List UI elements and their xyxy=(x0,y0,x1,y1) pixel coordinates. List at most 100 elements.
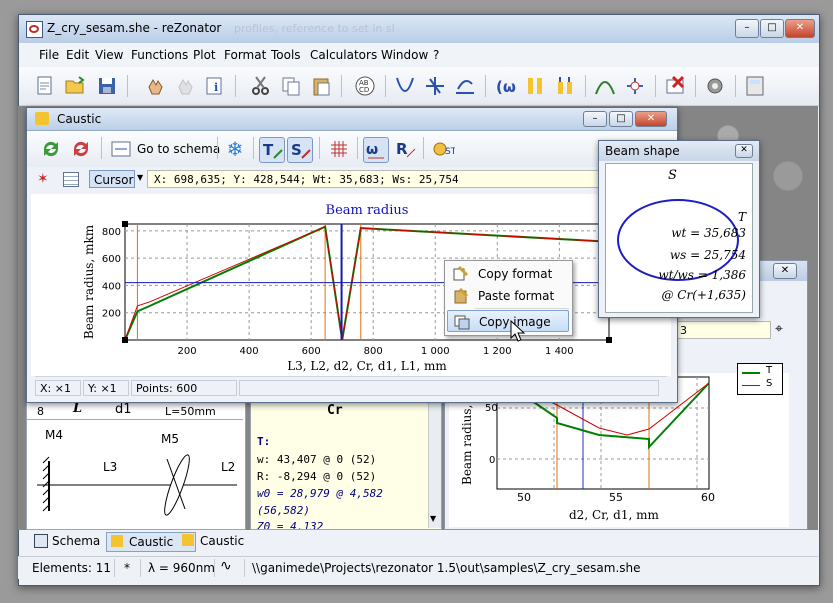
menu-calculators[interactable]: Calculators xyxy=(310,48,377,62)
beam-shape-close-button[interactable]: ✕ xyxy=(735,144,753,158)
table-icon[interactable] xyxy=(63,172,79,187)
menu-edit[interactable]: Edit xyxy=(66,48,89,62)
info-scrollbar[interactable]: ▼ xyxy=(428,402,441,528)
plot-r-icon[interactable]: R xyxy=(393,137,417,161)
legend-s-label: S xyxy=(766,378,773,389)
go-to-schema-icon[interactable] xyxy=(109,137,133,161)
open-folder-icon[interactable] xyxy=(63,74,87,98)
new-file-icon[interactable] xyxy=(33,74,57,98)
menu-item-paste-format[interactable]: Paste format xyxy=(447,285,569,307)
frequency-icon[interactable]: (ω) xyxy=(493,74,523,98)
menu-view[interactable]: View xyxy=(95,48,123,62)
beam-variation-icon[interactable] xyxy=(523,74,547,98)
app-icon xyxy=(26,21,43,38)
menu-item-copy-image[interactable]: Copy image xyxy=(447,310,569,332)
caustic-minimize-button[interactable]: – xyxy=(583,111,607,127)
caustic-2-xtick-50: 50 xyxy=(517,491,531,504)
caustic-2-cursor-icon[interactable]: ⌖ xyxy=(775,321,783,337)
plot-omega-icon[interactable]: ω xyxy=(363,137,389,163)
svg-text:R: R xyxy=(396,140,408,158)
resize-handle xyxy=(122,221,128,227)
info-line-3: w0 = 28,979 @ 4,582 xyxy=(257,487,383,500)
beam-radius-chart[interactable]: Beam radius 200 400 600 800 200 400 600 800 1 000… xyxy=(31,194,671,376)
row-param: L=50mm xyxy=(165,405,216,418)
beam-variation-2-icon[interactable] xyxy=(553,74,577,98)
cursor-coordinates: X: 698,635; Y: 428,544; Wt: 35,683; Ws: … xyxy=(147,170,667,188)
cursor-dropdown[interactable]: Cursor xyxy=(89,170,135,188)
menu-help[interactable]: ? xyxy=(433,48,439,62)
menu-format[interactable]: Format xyxy=(224,48,266,62)
svg-text:ω: ω xyxy=(366,142,378,158)
info-line-1: w: 43,407 @ 0 (52) xyxy=(257,453,377,466)
x-tick-label: 1 400 xyxy=(545,346,574,357)
beam-shape-wt: wt = 35,683 xyxy=(671,226,746,240)
plot-t-icon[interactable]: T xyxy=(259,137,285,163)
menu-window[interactable]: Window xyxy=(381,48,428,62)
caustic-plot[interactable]: Beam radius 200 400 600 800 200 400 600 800 1 000… xyxy=(31,194,671,376)
x-tick-label: 200 xyxy=(178,346,197,357)
stability-icon[interactable] xyxy=(593,74,617,98)
caustic-2-xtick-60: 60 xyxy=(701,491,715,504)
paste-format-icon xyxy=(453,287,469,304)
caustic-2-close-button[interactable]: ✕ xyxy=(773,263,797,279)
refresh-icon[interactable] xyxy=(39,137,63,161)
cut-icon[interactable] xyxy=(249,74,273,98)
menu-tools[interactable]: Tools xyxy=(271,48,301,62)
status-modified: * xyxy=(124,561,130,575)
swap-elements-icon[interactable]: AB CD xyxy=(353,74,377,98)
copy-icon[interactable] xyxy=(279,74,303,98)
main-title-bar: Z_cry_sesam.she - reZonator profiles, re… xyxy=(19,15,819,44)
paste-icon[interactable] xyxy=(309,74,333,98)
wave-icon[interactable]: ∿ xyxy=(220,558,232,574)
menu-plot[interactable]: Plot xyxy=(193,48,216,62)
chevron-down-icon[interactable]: ▼ xyxy=(137,173,143,182)
row-label: d1 xyxy=(115,402,132,417)
go-to-schema-button[interactable]: Go to schema xyxy=(137,142,220,156)
multi-caustic-icon[interactable] xyxy=(423,74,447,98)
caustic-2-input[interactable]: 3 xyxy=(675,321,771,339)
caustic-cursor-bar: ✶ Cursor ▼ X: 698,635; Y: 428,544; Wt: 3… xyxy=(27,168,677,192)
label-l3: L3 xyxy=(103,460,117,474)
caustic-plot-icon[interactable] xyxy=(393,74,417,98)
caustic-2-xtick-55: 55 xyxy=(609,491,623,504)
svg-text:CD: CD xyxy=(359,86,369,94)
y-scale-cell: Y: ×1 xyxy=(83,380,129,396)
calculator-icon[interactable] xyxy=(743,74,767,98)
resize-handle xyxy=(606,337,612,343)
label-m5: M5 xyxy=(161,432,179,446)
caustic-tab-2-icon xyxy=(182,534,194,546)
maximize-button[interactable]: □ xyxy=(760,19,784,38)
cursor-tool-icon[interactable]: ✶ xyxy=(37,171,49,187)
grid-icon[interactable] xyxy=(327,137,351,161)
beam-shape-title: Beam shape xyxy=(605,144,680,158)
status-empty-cell xyxy=(239,380,659,396)
plot-s-icon[interactable]: S xyxy=(287,137,313,163)
schema-table-row[interactable]: 8 L d1 L=50mm xyxy=(27,401,243,420)
points-cell: Points: 600 xyxy=(131,380,237,396)
caustic-maximize-button[interactable]: □ xyxy=(609,111,633,127)
settings-icon[interactable] xyxy=(703,74,727,98)
adjust-icon[interactable] xyxy=(623,74,647,98)
minimize-button[interactable]: – xyxy=(735,19,759,38)
freeze-refresh-icon[interactable] xyxy=(69,137,93,161)
close-button[interactable]: ✕ xyxy=(785,19,815,38)
delete-window-icon[interactable] xyxy=(663,74,687,98)
snowflake-icon[interactable]: ❄ xyxy=(223,137,247,161)
x-axis-label: L3, L2, d2, Cr, d1, L1, mm xyxy=(287,359,447,373)
x-tick-label: 600 xyxy=(302,346,321,357)
beam-shape-title-bar: Beam shape ✕ xyxy=(599,141,759,161)
y-tick-label: 200 xyxy=(102,309,121,320)
hand-tool-icon[interactable] xyxy=(143,74,167,98)
save-icon[interactable] xyxy=(95,74,119,98)
st-settings-icon[interactable]: ST xyxy=(431,137,457,161)
tab-caustic-2[interactable]: Caustic xyxy=(178,532,266,550)
caustic-close-button[interactable]: ✕ xyxy=(635,111,667,127)
menu-functions[interactable]: Functions xyxy=(131,48,188,62)
caustic-window-icon xyxy=(35,112,49,125)
main-toolbar: i ABCD (ω) xyxy=(19,67,819,106)
stability-map-icon[interactable] xyxy=(453,74,477,98)
properties-icon[interactable]: i xyxy=(203,74,227,98)
menu-file[interactable]: File xyxy=(39,48,59,62)
menu-item-copy-format[interactable]: Copy format xyxy=(447,263,569,285)
row-type: L xyxy=(73,401,83,416)
